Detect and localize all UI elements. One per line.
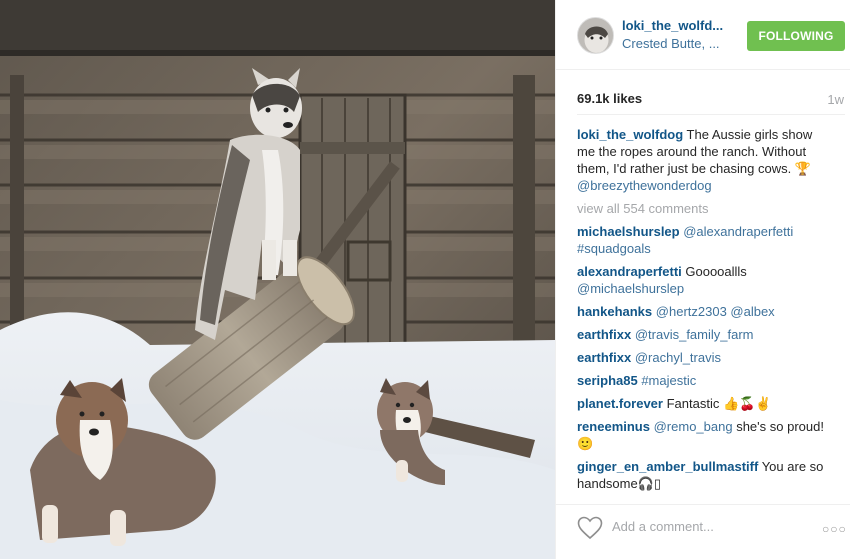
heart-icon[interactable] (577, 516, 603, 540)
trophy-emoji: 🏆 (794, 161, 811, 176)
comment-mention[interactable]: #majestic (641, 373, 696, 388)
comment-mention[interactable]: @travis_family_farm (635, 327, 754, 342)
comment-text: Gooooallls (681, 264, 747, 279)
comment-item: reneeminus @remo_bang she's so proud! 🙂 (577, 418, 827, 452)
following-button[interactable]: FOLLOWING (747, 21, 845, 51)
comment-username[interactable]: reneeminus (577, 419, 650, 434)
view-all-comments-link[interactable]: view all 554 comments (577, 200, 827, 217)
comment-username[interactable]: hankehanks (577, 304, 652, 319)
header-username[interactable]: loki_the_wolfd... (622, 18, 723, 33)
photo-illustration (0, 0, 555, 559)
comment-item: alexandraperfetti Gooooallls @michaelshu… (577, 263, 827, 297)
comment-item: planet.forever Fantastic 👍🍒✌ (577, 395, 827, 412)
comment-username[interactable]: planet.forever (577, 396, 663, 411)
comment-username[interactable]: alexandraperfetti (577, 264, 682, 279)
comment-mention[interactable]: @remo_bang (654, 419, 733, 434)
header-location[interactable]: Crested Butte, ... (622, 36, 720, 51)
avatar[interactable] (577, 17, 614, 54)
avatar-image (578, 18, 613, 53)
likes-count[interactable]: 69.1k likes (577, 91, 642, 106)
post-header: loki_the_wolfd... Crested Butte, ... FOL… (556, 0, 850, 70)
comment-item: michaelshurslep @alexandraperfetti #squa… (577, 223, 827, 257)
post-age: 1w (827, 92, 844, 107)
comment-text: Fantastic 👍🍒✌ (662, 396, 772, 411)
comment-username[interactable]: seripha85 (577, 373, 638, 388)
more-options-icon[interactable]: ○○○ (822, 522, 847, 536)
caption-username[interactable]: loki_the_wolfdog (577, 127, 683, 142)
comment-mention[interactable]: @rachyl_travis (635, 350, 721, 365)
divider (577, 114, 845, 115)
comment-username[interactable]: earthfixx (577, 350, 631, 365)
comment-username[interactable]: ginger_en_amber_bullmastiff (577, 459, 758, 474)
comment-item: ginger_en_amber_bullmastiff You are so h… (577, 458, 827, 492)
post-details-panel: loki_the_wolfd... Crested Butte, ... FOL… (555, 0, 850, 559)
comment-mention[interactable]: @hertz2303 @albex (656, 304, 775, 319)
caption: loki_the_wolfdog The Aussie girls show m… (577, 126, 827, 194)
comment-item: earthfixx @rachyl_travis (577, 349, 827, 366)
comment-mention[interactable]: @michaelshurslep (577, 281, 684, 296)
caption-mention[interactable]: @breezythewonderdog (577, 178, 712, 193)
comment-item: hankehanks @hertz2303 @albex (577, 303, 827, 320)
comment-item: earthfixx @travis_family_farm (577, 326, 827, 343)
add-comment-input[interactable]: Add a comment... (612, 519, 714, 534)
comment-footer: Add a comment... ○○○ (556, 504, 850, 559)
post-photo[interactable] (0, 0, 555, 559)
comments-list: loki_the_wolfdog The Aussie girls show m… (577, 126, 827, 498)
comment-item: seripha85 #majestic (577, 372, 827, 389)
comment-username[interactable]: earthfixx (577, 327, 631, 342)
comment-username[interactable]: michaelshurslep (577, 224, 680, 239)
